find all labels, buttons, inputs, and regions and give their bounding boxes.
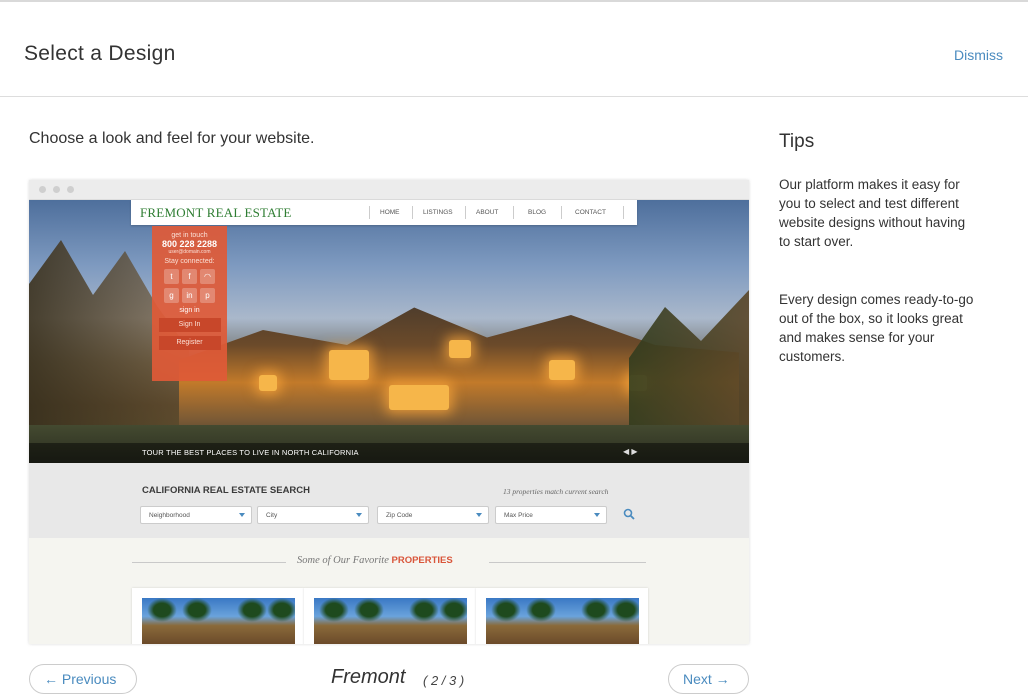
email-address: user@domain.com [168, 249, 211, 255]
site-brand: FREMONT REAL ESTATE [140, 205, 292, 220]
design-preview[interactable]: TOUR THE BEST PLACES TO LIVE IN NORTH CA… [29, 180, 749, 644]
caret-down-icon [594, 513, 600, 517]
window-dot-icon [39, 186, 46, 193]
property-image [486, 598, 639, 644]
design-name: Fremont [331, 666, 406, 688]
googleplus-icon: g [164, 288, 179, 303]
page-title: Select a Design [24, 42, 176, 65]
intro-text: Choose a look and feel for your website. [29, 130, 315, 147]
site-nav-listings: LISTINGS [423, 209, 453, 216]
search-icon [623, 508, 635, 520]
caption-bar [29, 443, 749, 463]
dismiss-link[interactable]: Dismiss [954, 47, 1003, 63]
select-city: City [257, 506, 369, 524]
tips-title: Tips [779, 131, 815, 152]
sign-in-heading: sign in [179, 307, 200, 314]
search-section: CALIFORNIA REAL ESTATE SEARCH 13 propert… [29, 463, 749, 538]
pinterest-icon: p [200, 288, 215, 303]
window-dot-icon [53, 186, 60, 193]
hero-caption: TOUR THE BEST PLACES TO LIVE IN NORTH CA… [142, 448, 359, 457]
linkedin-icon: in [182, 288, 197, 303]
select-max-price: Max Price [495, 506, 607, 524]
sign-in-button: Sign In [158, 318, 221, 332]
get-in-touch-label: get in touch [171, 232, 208, 239]
phone-number: 800 228 2288 [161, 239, 218, 249]
favorites-title: Some of Our Favorite PROPERTIES [297, 555, 453, 566]
property-card [476, 588, 648, 644]
next-button[interactable]: Next → [668, 664, 749, 694]
design-pager: ← Previous Fremont ( 2 / 3 ) Next → [0, 664, 1028, 694]
caret-down-icon [356, 513, 362, 517]
search-title: CALIFORNIA REAL ESTATE SEARCH [142, 485, 311, 496]
site-nav-about: ABOUT [476, 209, 499, 216]
register-button: Register [158, 336, 221, 350]
caret-down-icon [476, 513, 482, 517]
design-count: ( 2 / 3 ) [423, 673, 465, 688]
site-nav-contact: CONTACT [575, 209, 606, 216]
facebook-icon: f [182, 269, 197, 284]
hero-image: TOUR THE BEST PLACES TO LIVE IN NORTH CA… [29, 200, 749, 463]
match-count: 13 properties match current search [503, 487, 609, 496]
modal-header: Select a Design Dismiss [0, 2, 1028, 97]
stay-connected-label: Stay connected: [164, 258, 215, 265]
select-zip: Zip Code [377, 506, 489, 524]
divider [489, 562, 646, 563]
property-card [304, 588, 476, 644]
slider-arrows-icon: ◀ ▶ [623, 447, 638, 456]
site-navbar: FREMONT REAL ESTATE HOME LISTINGS ABOUT … [131, 200, 637, 225]
twitter-icon: t [164, 269, 179, 284]
window-dot-icon [67, 186, 74, 193]
property-card [132, 588, 304, 644]
divider [132, 562, 286, 563]
tips-paragraph-1: Our platform makes it easy for you to se… [779, 177, 966, 249]
contact-panel: get in touch 800 228 2288 user@domain.co… [152, 226, 227, 381]
site-nav-blog: BLOG [528, 209, 547, 216]
select-neighborhood: Neighborhood [140, 506, 252, 524]
previous-button[interactable]: ← Previous [29, 664, 137, 694]
site-nav-home: HOME [380, 209, 400, 216]
property-image [314, 598, 467, 644]
property-image [142, 598, 295, 644]
rss-icon: ◠ [200, 269, 215, 284]
favorites-section: Some of Our Favorite PROPERTIES [29, 538, 749, 644]
browser-chrome [29, 180, 749, 200]
caret-down-icon [239, 513, 245, 517]
tips-paragraph-2: Every design comes ready-to-go out of th… [779, 292, 974, 364]
